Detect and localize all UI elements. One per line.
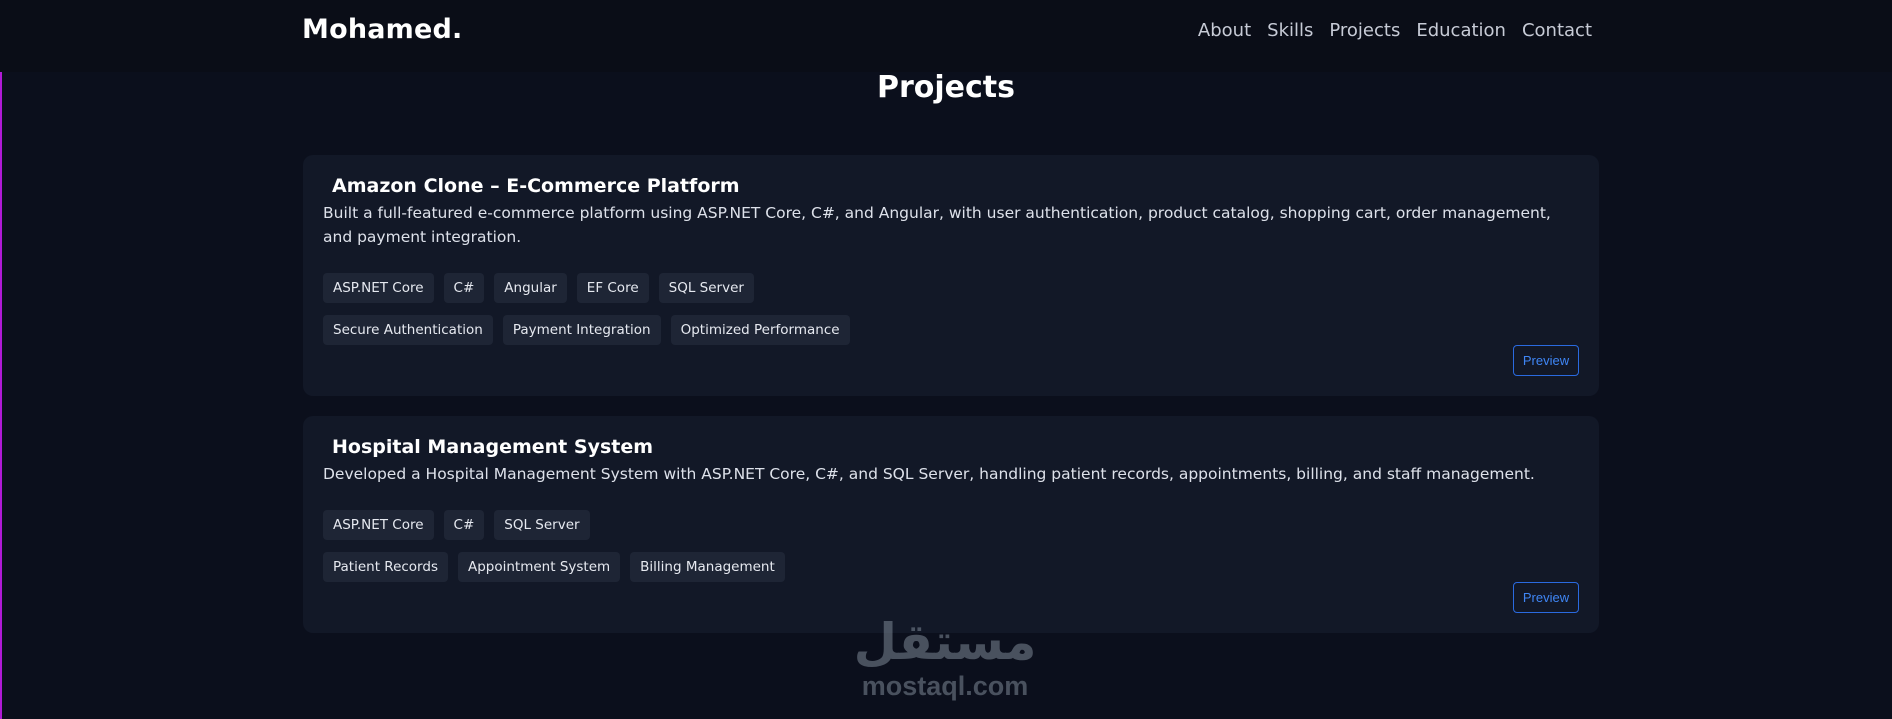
tech-tag: SQL Server — [658, 273, 754, 303]
nav-link-education[interactable]: Education — [1416, 20, 1506, 41]
tech-tag: Angular — [494, 273, 567, 303]
feature-tag: Appointment System — [457, 552, 621, 582]
tech-tag: C# — [443, 273, 485, 303]
tech-tags: ASP.NET Core C# Angular EF Core SQL Serv… — [323, 273, 754, 303]
nav-link-contact[interactable]: Contact — [1522, 20, 1592, 41]
project-title: Hospital Management System — [332, 436, 654, 458]
watermark-arabic: مستقل — [853, 613, 1037, 671]
feature-tag: Payment Integration — [502, 315, 661, 345]
nav-link-projects[interactable]: Projects — [1329, 20, 1400, 41]
navbar: Mohamed. About Skills Projects Education… — [0, 0, 1892, 72]
preview-button[interactable]: Preview — [1513, 345, 1579, 376]
watermark-logo: مستقل mostaql.com — [850, 613, 1040, 713]
project-description: Built a full-featured e-commerce platfor… — [323, 204, 1551, 246]
tech-tag: ASP.NET Core — [323, 273, 434, 303]
feature-tag: Optimized Performance — [670, 315, 850, 345]
tech-tags: ASP.NET Core C# SQL Server — [323, 510, 590, 540]
tech-tag: C# — [443, 510, 485, 540]
feature-tag: Secure Authentication — [323, 315, 493, 345]
tech-tag: EF Core — [576, 273, 649, 303]
project-card: Hospital Management System Developed a H… — [303, 416, 1599, 633]
feature-tags: Secure Authentication Payment Integratio… — [323, 315, 850, 345]
nav-link-skills[interactable]: Skills — [1267, 20, 1313, 41]
section-title: Projects — [876, 70, 1015, 105]
preview-button[interactable]: Preview — [1513, 582, 1579, 613]
project-card: Amazon Clone – E-Commerce Platform Built… — [303, 155, 1599, 396]
feature-tag: Patient Records — [323, 552, 448, 582]
tech-tag: ASP.NET Core — [323, 510, 434, 540]
feature-tag: Billing Management — [630, 552, 785, 582]
feature-tags: Patient Records Appointment System Billi… — [323, 552, 785, 582]
nav-link-about[interactable]: About — [1198, 20, 1251, 41]
brand-logo[interactable]: Mohamed. — [302, 14, 463, 45]
left-accent-bar — [0, 72, 2, 719]
watermark-latin: mostaql.com — [861, 671, 1029, 701]
nav-links: About Skills Projects Education Contact — [1198, 20, 1592, 41]
project-title: Amazon Clone – E-Commerce Platform — [332, 175, 740, 197]
tech-tag: SQL Server — [494, 510, 590, 540]
project-description: Developed a Hospital Management System w… — [323, 465, 1535, 483]
